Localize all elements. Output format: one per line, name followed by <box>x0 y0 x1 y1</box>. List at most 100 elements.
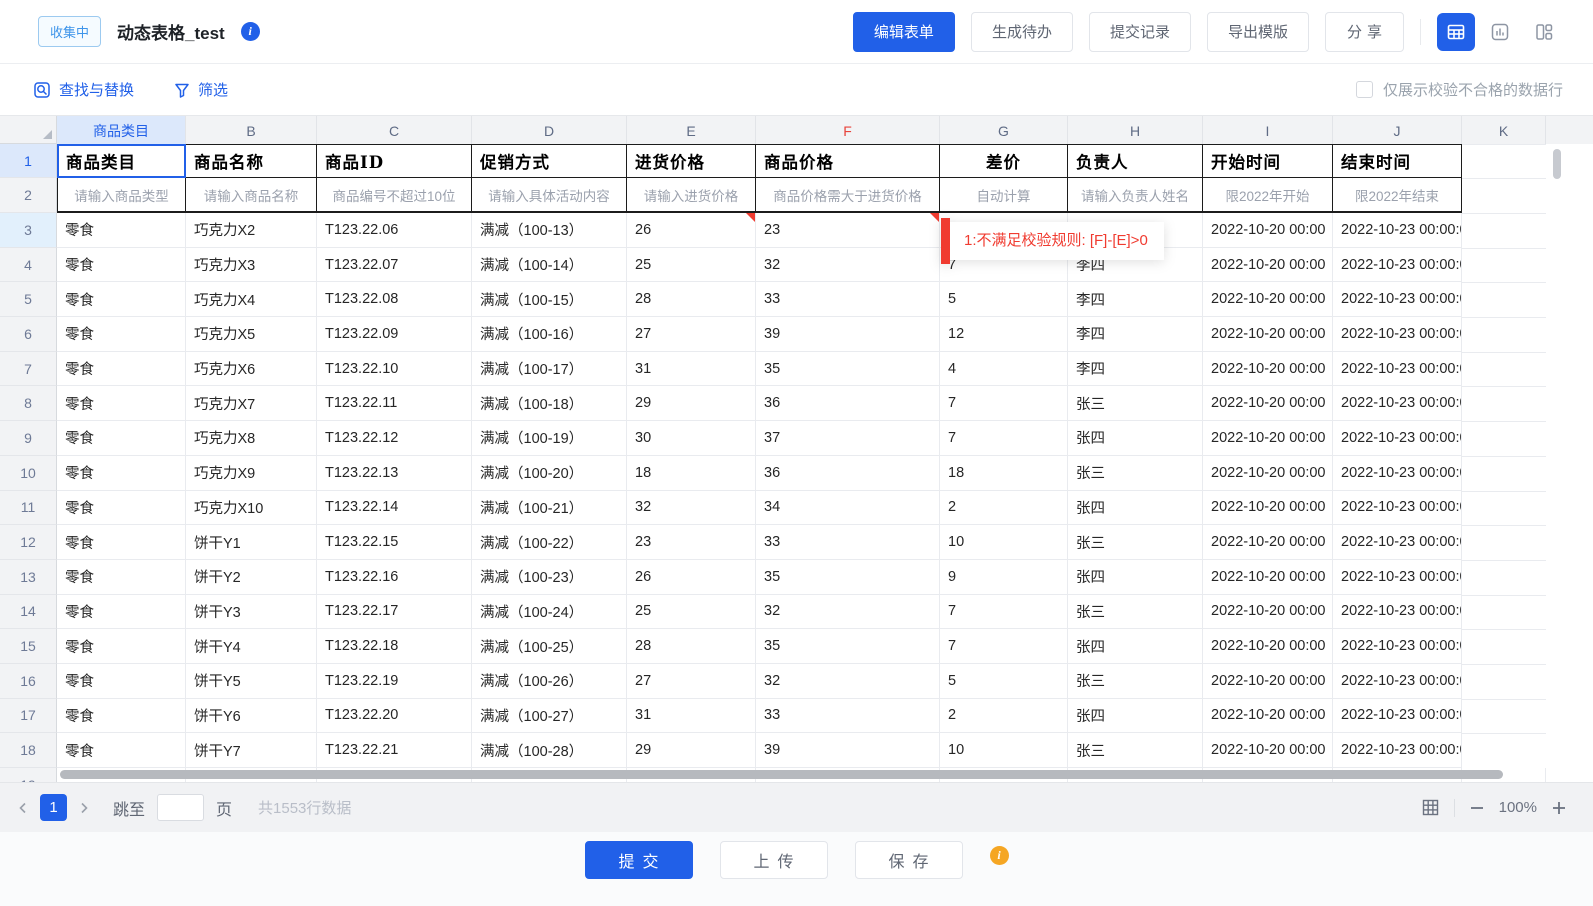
data-cell[interactable]: T123.22.19 <box>317 664 472 699</box>
data-cell[interactable]: 2022-10-23 00:00:00 <box>1333 456 1462 491</box>
data-cell[interactable]: 巧克力X10 <box>186 491 317 526</box>
data-cell[interactable]: 2022-10-20 00:00 <box>1203 595 1333 630</box>
data-cell[interactable]: 巧克力X3 <box>186 248 317 283</box>
data-cell[interactable]: 23 <box>756 213 940 248</box>
column-letter-F[interactable]: F <box>756 116 940 145</box>
data-cell[interactable]: T123.22.13 <box>317 456 472 491</box>
data-cell[interactable]: 零食 <box>57 456 186 491</box>
data-cell[interactable]: 零食 <box>57 352 186 387</box>
row-number-7[interactable]: 7 <box>0 352 57 387</box>
row-number-11[interactable]: 11 <box>0 491 57 526</box>
data-cell[interactable]: 2022-10-23 00:00:00 <box>1333 352 1462 387</box>
data-cell[interactable]: 零食 <box>57 664 186 699</box>
grid-settings-icon[interactable] <box>1421 798 1440 817</box>
row-number-10[interactable]: 10 <box>0 456 57 491</box>
chart-view-icon[interactable] <box>1481 13 1519 51</box>
row-number-9[interactable]: 9 <box>0 421 57 456</box>
share-button[interactable]: 分享 <box>1325 12 1404 52</box>
select-all-corner[interactable] <box>0 116 57 144</box>
empty-cell-k[interactable] <box>1462 525 1546 526</box>
data-cell[interactable]: 饼干Y7 <box>186 733 317 768</box>
data-cell[interactable]: 35 <box>756 352 940 387</box>
data-cell[interactable]: 29 <box>627 733 756 768</box>
data-cell[interactable]: 满减（100-18） <box>472 386 627 421</box>
data-cell[interactable]: 10 <box>940 525 1068 560</box>
data-cell[interactable]: T123.22.16 <box>317 560 472 595</box>
data-cell[interactable]: 23 <box>627 525 756 560</box>
field-header-cell[interactable]: 商品类目 <box>57 144 186 178</box>
data-cell[interactable]: 2022-10-20 00:00 <box>1203 456 1333 491</box>
zoom-out-icon[interactable] <box>1469 800 1485 816</box>
field-header-cell[interactable]: 商品ID <box>317 144 472 178</box>
data-cell[interactable]: 张三 <box>1068 456 1203 491</box>
data-cell[interactable]: 张三 <box>1068 525 1203 560</box>
jump-page-input[interactable] <box>157 794 204 821</box>
data-cell[interactable]: 31 <box>627 352 756 387</box>
data-cell[interactable]: 饼干Y4 <box>186 629 317 664</box>
data-cell[interactable]: 7 <box>940 386 1068 421</box>
data-cell[interactable]: 李四 <box>1068 352 1203 387</box>
data-cell[interactable]: T123.22.17 <box>317 595 472 630</box>
empty-cell-k[interactable] <box>1462 248 1546 249</box>
row-number-4[interactable]: 4 <box>0 248 57 283</box>
data-cell[interactable]: 满减（100-15） <box>472 282 627 317</box>
data-cell[interactable]: 零食 <box>57 491 186 526</box>
data-cell[interactable]: T123.22.09 <box>317 317 472 352</box>
data-cell[interactable]: 32 <box>627 491 756 526</box>
data-cell[interactable]: 12 <box>940 317 1068 352</box>
data-cell[interactable]: 张三 <box>1068 595 1203 630</box>
placeholder-cell[interactable]: 自动计算 <box>940 178 1068 213</box>
vertical-scrollbar[interactable] <box>1553 149 1561 179</box>
data-cell[interactable]: 35 <box>756 629 940 664</box>
data-cell[interactable]: 7 <box>940 421 1068 456</box>
data-cell[interactable]: 2022-10-20 00:00 <box>1203 282 1333 317</box>
data-cell[interactable]: 2022-10-23 00:00:00 <box>1333 629 1462 664</box>
field-header-cell[interactable]: 结束时间 <box>1333 144 1462 178</box>
create-todo-button[interactable]: 生成待办 <box>971 12 1073 52</box>
info-icon[interactable]: i <box>241 22 260 41</box>
empty-cell-k[interactable] <box>1462 282 1546 283</box>
data-cell[interactable]: 32 <box>756 595 940 630</box>
data-cell[interactable]: 张四 <box>1068 491 1203 526</box>
field-header-cell[interactable]: 促销方式 <box>472 144 627 178</box>
field-header-cell[interactable]: 开始时间 <box>1203 144 1333 178</box>
column-letter-E[interactable]: E <box>627 116 756 145</box>
column-letter-商品类目[interactable]: 商品类目 <box>57 116 186 145</box>
data-cell[interactable]: 39 <box>756 733 940 768</box>
data-cell[interactable]: 满减（100-22） <box>472 525 627 560</box>
data-cell[interactable]: 零食 <box>57 317 186 352</box>
data-cell[interactable]: 张四 <box>1068 699 1203 734</box>
data-cell[interactable]: 2022-10-23 00:00:00 <box>1333 282 1462 317</box>
data-cell[interactable]: 2022-10-23 00:00:00 <box>1333 560 1462 595</box>
data-cell[interactable]: T123.22.20 <box>317 699 472 734</box>
data-cell[interactable]: 34 <box>756 491 940 526</box>
data-cell[interactable]: 5 <box>940 664 1068 699</box>
data-cell[interactable]: T123.22.21 <box>317 733 472 768</box>
data-cell[interactable]: T123.22.18 <box>317 629 472 664</box>
empty-cell-k[interactable] <box>1462 213 1546 214</box>
data-cell[interactable]: 零食 <box>57 733 186 768</box>
data-cell[interactable]: 27 <box>627 664 756 699</box>
data-cell[interactable]: 27 <box>627 317 756 352</box>
data-cell[interactable]: 满减（100-13） <box>472 213 627 248</box>
row-number-6[interactable]: 6 <box>0 317 57 352</box>
data-cell[interactable]: 39 <box>756 317 940 352</box>
data-cell[interactable]: T123.22.06 <box>317 213 472 248</box>
find-replace-button[interactable]: 查找与替换 <box>33 79 134 100</box>
empty-cell-k[interactable] <box>1462 664 1546 665</box>
submit-button[interactable]: 提交 <box>585 841 693 879</box>
data-cell[interactable]: 满减（100-27） <box>472 699 627 734</box>
row-number-3[interactable]: 3 <box>0 213 57 248</box>
data-cell[interactable]: 2022-10-20 00:00 <box>1203 386 1333 421</box>
data-cell[interactable]: 26 <box>627 560 756 595</box>
data-cell[interactable]: 5 <box>940 282 1068 317</box>
placeholder-cell[interactable]: 请输入商品类型 <box>57 178 186 213</box>
data-cell[interactable]: 2022-10-23 00:00:00 <box>1333 248 1462 283</box>
data-cell[interactable]: 2022-10-20 00:00 <box>1203 733 1333 768</box>
data-cell[interactable]: 2022-10-20 00:00 <box>1203 421 1333 456</box>
data-cell[interactable]: 2022-10-20 00:00 <box>1203 560 1333 595</box>
column-letter-D[interactable]: D <box>472 116 627 145</box>
data-cell[interactable]: 28 <box>627 282 756 317</box>
placeholder-cell[interactable]: 请输入负责人姓名 <box>1068 178 1203 213</box>
row-number-18[interactable]: 18 <box>0 733 57 768</box>
